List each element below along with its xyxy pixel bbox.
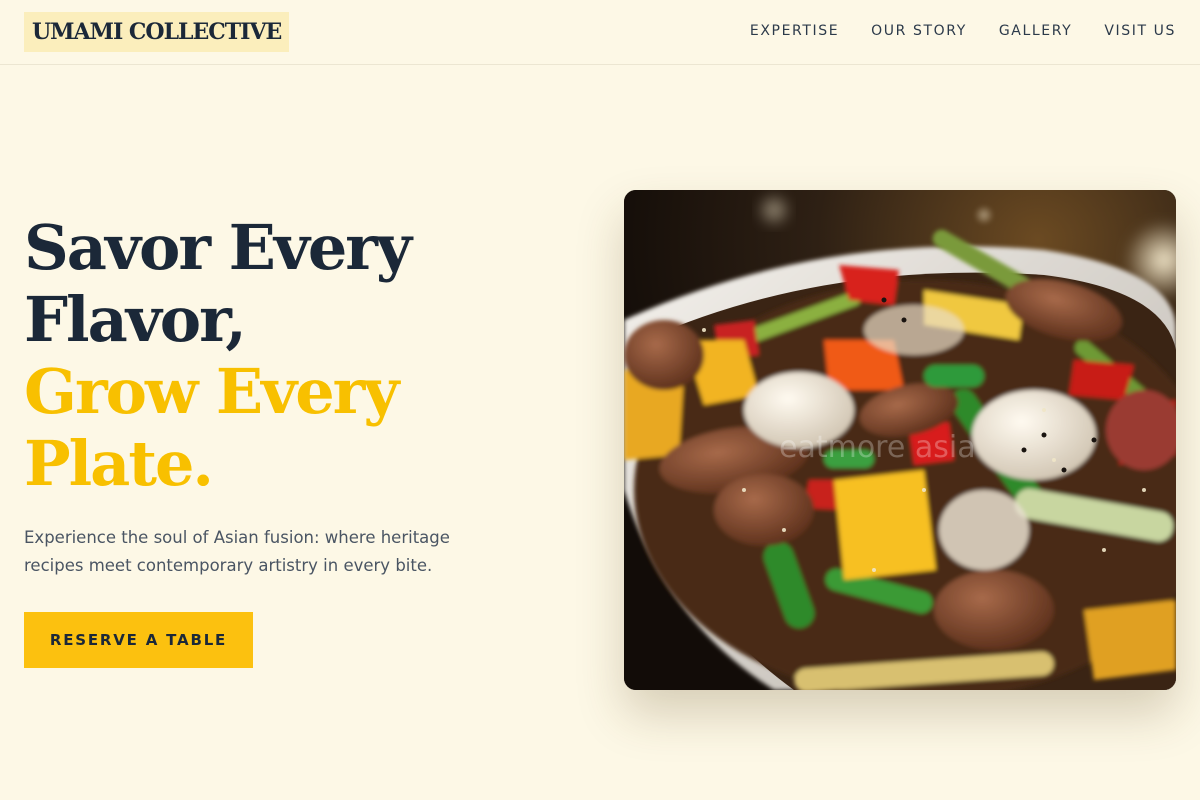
site-logo[interactable]: UMAMI COLLECTIVE: [24, 12, 290, 52]
stir-fry-illustration: [624, 190, 1176, 690]
hero-subtext: Experience the soul of Asian fusion: whe…: [24, 528, 450, 575]
nav-link-visit-us[interactable]: VISIT US: [1104, 23, 1176, 39]
hero-headline: Savor Every Flavor, Grow Every Plate.: [24, 212, 584, 500]
reserve-table-button[interactable]: RESERVE A TABLE: [24, 612, 253, 668]
headline-line-4: Plate.: [24, 427, 214, 500]
headline-line-3: Grow Every: [24, 355, 399, 428]
headline-line-2: Flavor,: [24, 283, 247, 356]
nav-link-gallery[interactable]: GALLERY: [999, 23, 1072, 39]
nav-link-our-story[interactable]: OUR STORY: [871, 23, 967, 39]
site-header: UMAMI COLLECTIVE EXPERTISE OUR STORY GAL…: [0, 0, 1200, 65]
main-nav: EXPERTISE OUR STORY GALLERY VISIT US: [750, 0, 1176, 62]
nav-link-expertise[interactable]: EXPERTISE: [750, 23, 839, 39]
headline-line-1: Savor Every: [24, 211, 412, 284]
hero-food-image: eatmore asia: [624, 190, 1176, 690]
